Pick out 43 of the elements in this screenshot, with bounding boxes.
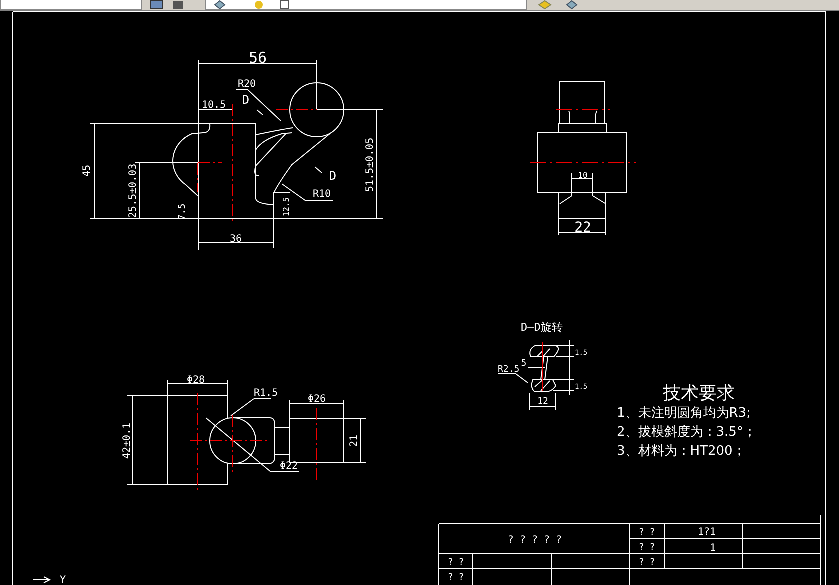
- title-block-cell: ? ?: [638, 558, 656, 568]
- dimension-label: 42±0.1: [122, 422, 133, 460]
- dimension-label: D: [329, 169, 337, 183]
- dimension-label: 10.5: [202, 100, 226, 111]
- title-block-cell: ? ?: [448, 558, 464, 568]
- dimension-label: R10: [313, 189, 332, 200]
- square-icon[interactable]: [280, 0, 290, 10]
- title-block-cell: ? ? ? ? ?: [508, 535, 562, 546]
- diamond-icon[interactable]: [214, 0, 226, 10]
- requirement-item: 2、拔模斜度为：3.5°；: [617, 425, 756, 440]
- dimension-label: 5: [521, 359, 527, 369]
- sun-icon[interactable]: [253, 0, 265, 10]
- dimension-label: 22: [574, 220, 592, 236]
- dimension-label: 56: [248, 49, 268, 67]
- dimension-label: 7.5: [178, 204, 188, 220]
- dimension-label: R2.5: [498, 365, 520, 375]
- title-block-cell: ? ?: [448, 573, 464, 583]
- dimension-label: Φ28: [186, 375, 206, 386]
- dimension-label: 51.5±0.05: [365, 138, 376, 192]
- dimension-label: D: [242, 93, 250, 107]
- dimension-label: 12: [538, 397, 548, 407]
- window-icon[interactable]: [150, 0, 164, 10]
- dimension-label: 36: [230, 234, 242, 245]
- axis-label: Y: [60, 575, 66, 585]
- dimension-label: 21: [349, 434, 360, 448]
- requirement-item: 1、未注明圆角均为R3;: [617, 406, 751, 421]
- dimension-label: 25.5±0.03: [128, 164, 139, 218]
- requirement-item: 3、材料为：HT200；: [617, 444, 746, 459]
- title-block-cell: 1?1: [698, 527, 716, 538]
- layer-dropdown[interactable]: [205, 0, 527, 10]
- dimension-label: R20: [238, 79, 256, 90]
- dimension-label: 10: [578, 171, 588, 180]
- title-block-cell: ? ?: [638, 543, 656, 553]
- title-block-cell: 1: [710, 543, 716, 554]
- dimension-label: 12.5: [282, 197, 291, 217]
- ucs-icon: [32, 576, 52, 584]
- title-block-cell: ? ?: [638, 528, 656, 538]
- diamond-icon[interactable]: [566, 0, 578, 10]
- dimension-label: R1.5: [254, 388, 278, 399]
- dimension-label: Φ26: [308, 394, 326, 405]
- requirements-title: 技术要求: [663, 383, 735, 404]
- section-title: D—D旋转: [521, 321, 563, 334]
- dimension-label: 45: [82, 164, 93, 178]
